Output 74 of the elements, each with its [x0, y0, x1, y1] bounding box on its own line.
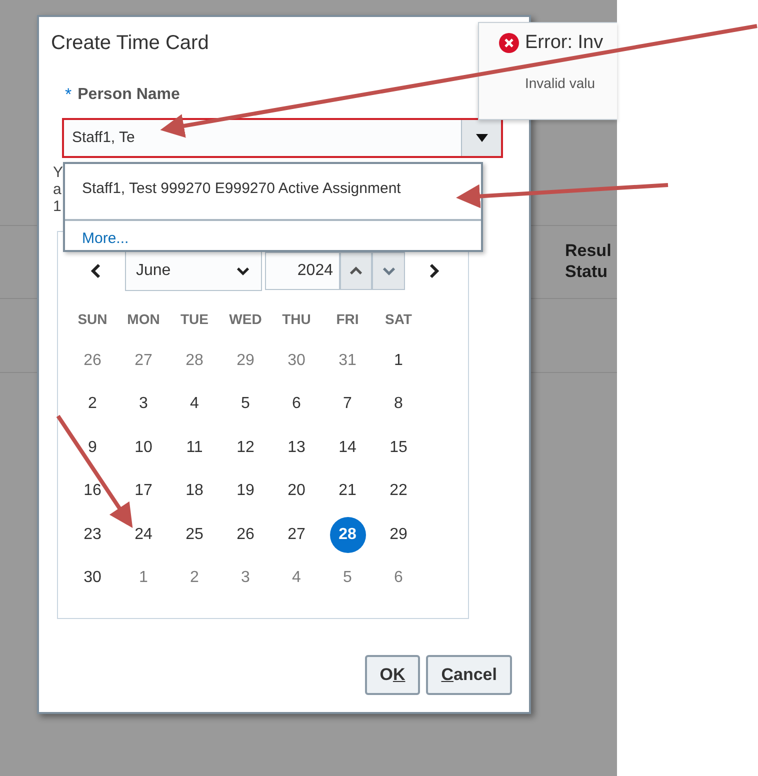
calendar-day[interactable]: 19 [228, 473, 264, 510]
chevron-right-icon [428, 263, 440, 279]
calendar-day[interactable]: 29 [380, 516, 416, 553]
field-label: Person Name [78, 86, 180, 104]
chevron-up-icon [348, 265, 364, 277]
weekday-header: SUN [78, 310, 108, 329]
calendar-day[interactable]: 5 [228, 386, 264, 422]
chevron-left-icon [90, 263, 102, 279]
calendar-day[interactable]: 23 [74, 516, 110, 553]
error-icon [499, 33, 519, 53]
calendar-day[interactable]: 18 [176, 473, 212, 510]
calendar-day[interactable]: 13 [278, 430, 314, 466]
calendar-day[interactable]: 22 [380, 473, 416, 510]
suggestion-option[interactable]: Staff1, Test 999270 E999270 Active Assignment [65, 164, 481, 221]
weekday-header: TUE [180, 310, 208, 329]
month-select[interactable]: June [125, 251, 262, 291]
year-up-button[interactable] [340, 252, 372, 290]
column-header: Resul Statu [565, 240, 612, 282]
calendar-day[interactable]: 16 [74, 473, 110, 510]
calendar-day[interactable]: 4 [278, 560, 314, 596]
weekday-header: WED [229, 310, 262, 329]
calendar-day[interactable]: 11 [176, 430, 212, 466]
weekday-header: MON [127, 310, 160, 329]
calendar-day[interactable]: 9 [74, 430, 110, 466]
calendar-day[interactable]: 28 [330, 516, 366, 553]
chevron-down-icon [235, 265, 251, 277]
calendar-day[interactable]: 2 [176, 560, 212, 596]
chevron-down-icon [380, 265, 396, 277]
calendar-day[interactable]: 5 [330, 560, 366, 596]
calendar-day[interactable]: 26 [228, 516, 264, 553]
calendar-day[interactable]: 2 [74, 386, 110, 422]
calendar-day[interactable]: 20 [278, 473, 314, 510]
more-link[interactable]: More... [82, 230, 129, 248]
calendar-day[interactable]: 21 [330, 473, 366, 510]
weekday-header: THU [282, 310, 311, 329]
year-field[interactable]: 2024 [265, 252, 340, 290]
helper-text: a [53, 181, 62, 198]
weekday-header: FRI [336, 310, 359, 329]
year-down-button[interactable] [372, 252, 405, 290]
helper-text: Y [53, 164, 64, 181]
calendar-day[interactable]: 24 [126, 516, 162, 553]
calendar-day[interactable]: 15 [380, 430, 416, 466]
dialog-title: Create Time Card [51, 31, 209, 56]
calendar-day[interactable]: 27 [126, 342, 162, 379]
calendar-day[interactable]: 28 [176, 342, 212, 379]
required-mark: * [65, 86, 72, 104]
calendar-day[interactable]: 1 [380, 342, 416, 379]
calendar-day[interactable]: 8 [380, 386, 416, 422]
calendar-day[interactable]: 14 [330, 430, 366, 466]
calendar-day[interactable]: 25 [176, 516, 212, 553]
calendar-day[interactable]: 3 [126, 386, 162, 422]
calendar-day[interactable]: 30 [278, 342, 314, 379]
person-name-field[interactable]: Staff1, Te [62, 118, 503, 158]
error-title: Error: Inv [525, 33, 604, 53]
error-message: Invalid valu [525, 74, 596, 93]
calendar-day[interactable]: 12 [228, 430, 264, 466]
dropdown-button[interactable] [461, 120, 501, 156]
calendar-day[interactable]: 10 [126, 430, 162, 466]
calendar-day[interactable]: 31 [330, 342, 366, 379]
calendar-day[interactable]: 1 [126, 560, 162, 596]
cancel-button[interactable]: Cancel [426, 655, 512, 695]
calendar-day[interactable]: 6 [278, 386, 314, 422]
calendar-day[interactable]: 27 [278, 516, 314, 553]
calendar-day[interactable]: 7 [330, 386, 366, 422]
calendar-day[interactable]: 6 [380, 560, 416, 596]
weekday-header: SAT [385, 310, 412, 329]
calendar-day[interactable]: 30 [74, 560, 110, 596]
calendar-day[interactable]: 29 [228, 342, 264, 379]
helper-text: 1 [53, 198, 62, 215]
ok-button[interactable]: OK [364, 655, 420, 695]
calendar-day[interactable]: 17 [126, 473, 162, 510]
calendar-day[interactable]: 3 [228, 560, 264, 596]
calendar-day[interactable]: 4 [176, 386, 212, 422]
calendar-day[interactable]: 26 [74, 342, 110, 379]
